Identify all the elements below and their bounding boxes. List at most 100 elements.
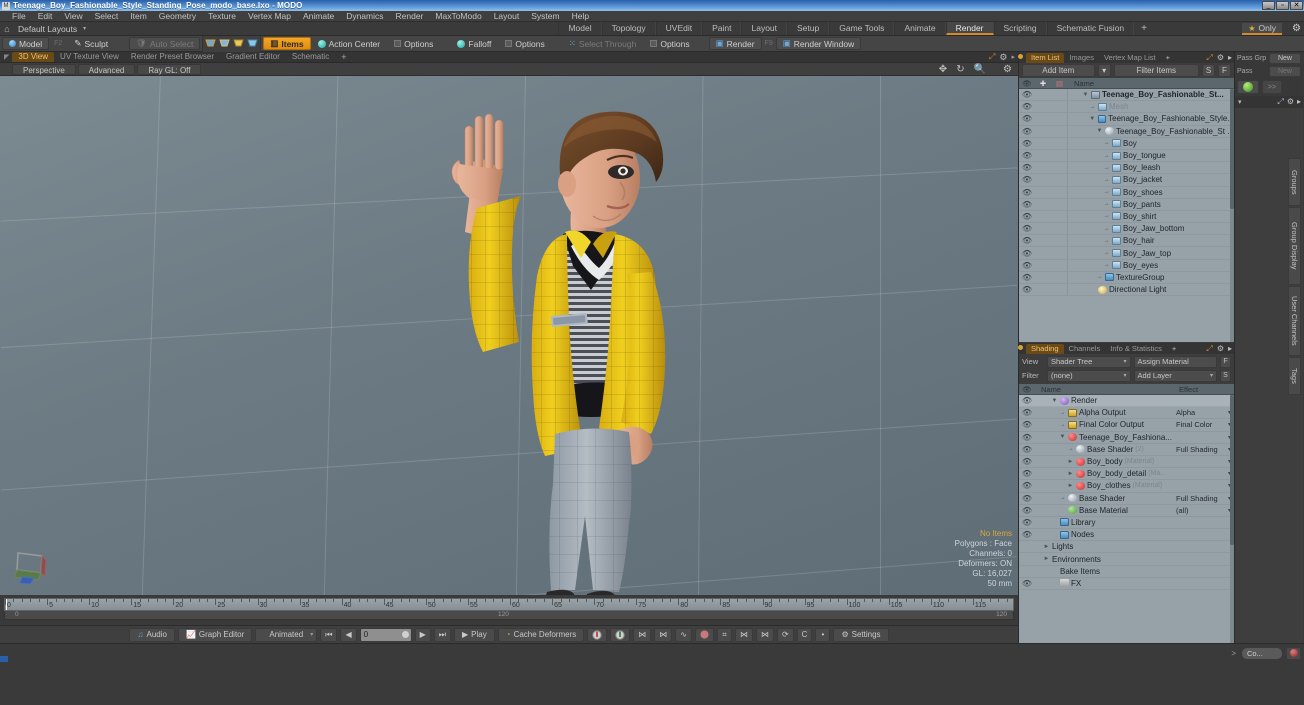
record-key-icon[interactable] — [694, 627, 714, 642]
vertical-tab-user-channels[interactable]: User Channels — [1288, 286, 1301, 356]
visibility-eye-icon[interactable]: 👁 — [1019, 114, 1035, 123]
visibility-eye-icon[interactable]: 👁 — [1019, 273, 1035, 282]
key-next-icon[interactable]: ⋈ — [734, 627, 753, 642]
item-list-tab-vertex-map-list[interactable]: Vertex Map List — [1099, 53, 1161, 63]
tree-toggle-icon[interactable]: → — [1103, 213, 1110, 219]
shading-list-row[interactable]: 👁 → Base Shader (2) Full Shading▾ — [1019, 444, 1234, 456]
menu-item-edit[interactable]: Edit — [32, 11, 59, 22]
visibility-eye-icon[interactable]: 👁 — [1019, 457, 1035, 466]
tree-toggle-icon[interactable]: ▼ — [1089, 116, 1096, 122]
filter-s-button[interactable]: S — [1202, 64, 1215, 77]
key-prev-icon[interactable]: ⋈ — [633, 627, 652, 642]
key-first-icon[interactable]: ⋈ — [654, 627, 673, 642]
default-layouts-label[interactable]: Default Layouts — [14, 24, 81, 34]
key-clear-icon[interactable]: • — [815, 627, 831, 642]
visibility-eye-icon[interactable]: 👁 — [1019, 249, 1035, 258]
visibility-eye-icon[interactable]: 👁 — [1019, 481, 1035, 490]
more-arrow-icon[interactable]: ▸ — [1228, 53, 1232, 62]
options-button-3[interactable]: Options — [643, 37, 696, 50]
tree-toggle-icon[interactable]: ► — [1067, 483, 1074, 489]
visibility-eye-icon[interactable]: 👁 — [1019, 530, 1035, 539]
zoom-icon[interactable]: 🔍 — [974, 64, 986, 75]
visibility-eye-icon[interactable]: 👁 — [1019, 579, 1035, 588]
visibility-eye-icon[interactable]: 👁 — [1019, 139, 1035, 148]
tree-toggle-icon[interactable]: ► — [1067, 459, 1074, 465]
mode-tab-paint[interactable]: Paint — [702, 22, 742, 35]
mode-tab-schematic-fusion[interactable]: Schematic Fusion — [1046, 22, 1135, 35]
mode-tab-render[interactable]: Render — [945, 22, 994, 35]
rotate-icon[interactable]: ↻ — [956, 64, 964, 75]
visibility-eye-icon[interactable]: 👁 — [1019, 494, 1035, 503]
shading-list-row[interactable]: 👁 Nodes — [1019, 529, 1234, 542]
tree-toggle-icon[interactable]: → — [1067, 446, 1074, 452]
menu-item-system[interactable]: System — [525, 11, 565, 22]
tree-toggle-icon[interactable]: → — [1103, 201, 1110, 207]
filter-dropdown[interactable]: (none) ▾ — [1047, 369, 1131, 382]
visibility-eye-icon[interactable]: 👁 — [1019, 188, 1035, 197]
expand-icon[interactable]: ⤢ — [1277, 97, 1283, 107]
tree-toggle-icon[interactable]: → — [1103, 238, 1110, 244]
menu-item-dynamics[interactable]: Dynamics — [340, 11, 389, 22]
menu-item-help[interactable]: Help — [566, 11, 595, 22]
visibility-eye-icon[interactable]: 👁 — [1019, 433, 1035, 442]
item-list-row[interactable]: 👁 Directional Light — [1019, 284, 1234, 297]
menu-item-item[interactable]: Item — [124, 11, 153, 22]
shading-list-scrollbar[interactable] — [1230, 395, 1234, 643]
visibility-eye-icon[interactable]: 👁 — [1019, 408, 1035, 417]
shading-list-row[interactable]: 👁 ▼ Teenage_Boy_Fashiona... ▾ — [1019, 432, 1234, 444]
cache-deformers-button[interactable]: ◔ Cache Deformers — [497, 627, 585, 642]
shading-list-row[interactable]: 👁 → Base Shader Full Shading▾ — [1019, 493, 1234, 505]
only-toggle[interactable]: ★ Only — [1242, 23, 1282, 35]
tree-toggle-icon[interactable]: → — [1089, 104, 1096, 110]
graph-editor-button[interactable]: 📈 Graph Editor — [177, 627, 253, 642]
mode-tab-animate[interactable]: Animate — [894, 22, 946, 35]
character-model[interactable] — [415, 86, 705, 595]
menu-item-vertex-map[interactable]: Vertex Map — [242, 11, 297, 22]
home-icon[interactable]: ⌂ — [0, 24, 14, 34]
filter-f-button[interactable]: F — [1218, 64, 1231, 77]
tree-toggle-icon[interactable]: ▼ — [1051, 398, 1058, 404]
mode-tab-model[interactable]: Model — [558, 22, 602, 35]
item-list-row[interactable]: 👁 → Boy_hair — [1019, 235, 1234, 248]
move-icon[interactable]: ✥ — [939, 64, 947, 75]
visibility-eye-icon[interactable]: 👁 — [1019, 200, 1035, 209]
shading-row-effect[interactable]: ▾ — [1176, 458, 1234, 465]
menu-item-animate[interactable]: Animate — [297, 11, 340, 22]
minimize-button[interactable]: _ — [1262, 1, 1275, 10]
gear-icon[interactable]: ⚙ — [1217, 344, 1224, 353]
auto-key-icon[interactable]: ⟳ — [776, 627, 794, 642]
viewport-tab-3d-view[interactable]: 3D View — [12, 52, 55, 62]
shading-f-button[interactable]: F — [1220, 355, 1231, 368]
mode-tab-topology[interactable]: Topology — [601, 22, 656, 35]
vertex-mode-icon[interactable] — [204, 37, 217, 51]
gear-icon[interactable]: ⚙ — [999, 52, 1007, 63]
tree-toggle-icon[interactable]: ▼ — [1096, 128, 1103, 134]
axis-gizmo[interactable] — [12, 547, 52, 587]
expand-icon[interactable]: ⤢ — [989, 52, 995, 62]
item-list-scrollbar[interactable] — [1230, 89, 1234, 342]
item-list-add-tab-button[interactable]: + — [1161, 53, 1175, 63]
visibility-eye-icon[interactable]: 👁 — [1019, 163, 1035, 172]
item-list-row[interactable]: 👁 → Boy_pants — [1019, 198, 1234, 211]
expand-icon[interactable]: ⤢ — [1206, 344, 1212, 354]
options-button-1[interactable]: Options — [387, 37, 440, 50]
filter-items-button[interactable]: Filter Items — [1113, 64, 1199, 77]
collapse-arrow-icon[interactable]: ◤ — [4, 53, 9, 61]
shading-list-row[interactable]: Bake Items — [1019, 566, 1234, 578]
item-list-row[interactable]: 👁 → Boy — [1019, 137, 1234, 150]
item-list-row[interactable]: 👁 → Mesh — [1019, 101, 1234, 114]
model-mode-button[interactable]: Model — [2, 37, 50, 50]
tree-toggle-icon[interactable]: → — [1103, 165, 1110, 171]
3d-viewport[interactable]: No Items Polygons : Face Channels: 0 Def… — [0, 76, 1018, 595]
stepper-nub-icon[interactable] — [401, 631, 409, 638]
visibility-eye-icon[interactable]: 👁 — [1019, 518, 1035, 527]
maximize-button[interactable]: ▫ — [1276, 1, 1289, 10]
action-center-button[interactable]: Action Center — [311, 37, 388, 50]
key-delete-icon[interactable] — [610, 627, 631, 642]
shading-tab-info-statistics[interactable]: Info & Statistics — [1105, 344, 1167, 354]
gear-icon[interactable]: ⚙ — [1003, 64, 1012, 75]
shading-list-row[interactable]: 👁 ► Boy_body (Material) ▾ — [1019, 456, 1234, 469]
key-last-icon[interactable]: ⋈ — [755, 627, 774, 642]
tree-toggle-icon[interactable]: → — [1103, 226, 1110, 232]
item-list-body[interactable]: 👁 ▼ Teenage_Boy_Fashionable_St... 👁 → Mesh 👁 ▼ T… — [1019, 89, 1234, 342]
